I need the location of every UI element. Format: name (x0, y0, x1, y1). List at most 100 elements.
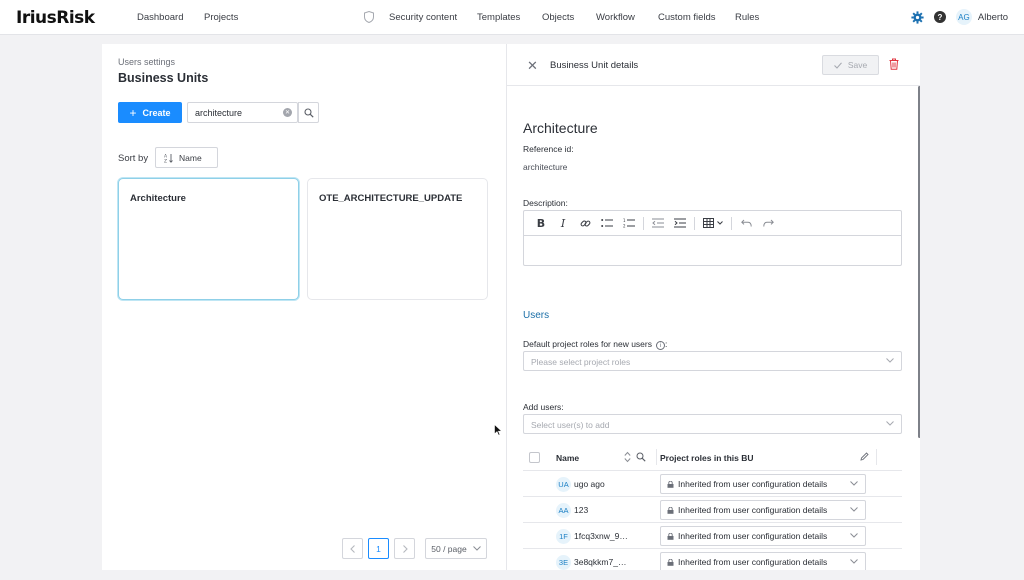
search-input[interactable]: architecture (187, 102, 298, 123)
delete-icon[interactable] (889, 58, 899, 70)
user-name-cell: 3e8qkkm7_… (574, 557, 627, 567)
chevron-down-icon (850, 481, 858, 486)
default-roles-select[interactable]: Please select project roles (523, 351, 902, 371)
nav-security-content[interactable]: Security content (389, 12, 457, 23)
business-unit-details-panel: ✕ Business Unit details Save Architectur… (506, 44, 920, 570)
prev-page-button[interactable] (342, 538, 363, 559)
top-navigation-bar: IriusRisk Dashboard Projects Security co… (0, 0, 1024, 35)
create-button-label: Create (142, 107, 171, 118)
sort-alpha-icon: AZ (164, 153, 173, 163)
role-value: Inherited from user configuration detail… (678, 531, 828, 541)
table-row[interactable]: 1F 1fcq3xnw_9… Inherited from user confi… (523, 522, 902, 548)
sort-icon[interactable] (624, 451, 631, 463)
description-label: Description: (523, 198, 568, 208)
select-all-checkbox[interactable] (529, 452, 540, 463)
redo-icon[interactable] (757, 212, 779, 234)
page-size-value: 50 / page (431, 543, 467, 554)
lock-icon (667, 533, 674, 540)
table-row[interactable]: UA ugo ago Inherited from user configura… (523, 470, 902, 496)
check-icon (833, 61, 842, 69)
next-page-button[interactable] (394, 538, 415, 559)
chevron-left-icon (349, 544, 355, 553)
role-value: Inherited from user configuration detail… (678, 557, 828, 567)
nav-dashboard[interactable]: Dashboard (137, 12, 183, 23)
search-icon[interactable] (636, 452, 646, 462)
add-users-placeholder: Select user(s) to add (531, 420, 610, 430)
business-unit-card[interactable]: OTE_ARCHITECTURE_UPDATE (307, 178, 488, 300)
toolbar-divider (643, 216, 644, 230)
gear-icon[interactable] (911, 10, 924, 24)
page-title: Business Units (118, 71, 209, 85)
lock-icon (667, 481, 674, 488)
table-icon[interactable] (698, 212, 728, 234)
reference-id-label: Reference id: (523, 144, 574, 154)
sort-dropdown[interactable]: AZ Name (155, 147, 218, 168)
nav-custom-fields[interactable]: Custom fields (658, 12, 716, 23)
add-users-select[interactable]: Select user(s) to add (523, 414, 902, 434)
clear-search-icon[interactable]: ✕ (283, 108, 292, 117)
nav-rules[interactable]: Rules (735, 12, 759, 23)
svg-text:2: 2 (623, 224, 626, 229)
card-title: OTE_ARCHITECTURE_UPDATE (319, 193, 463, 204)
info-icon[interactable]: i (655, 341, 665, 350)
numbered-list-icon[interactable]: 12 (618, 212, 640, 234)
project-roles-select[interactable]: Inherited from user configuration detail… (660, 500, 866, 520)
search-button[interactable] (298, 102, 319, 123)
undo-icon[interactable] (735, 212, 757, 234)
details-title: Business Unit details (550, 60, 639, 71)
save-button[interactable]: Save (822, 55, 879, 75)
bulleted-list-icon[interactable] (596, 212, 618, 234)
bold-icon[interactable]: B (530, 212, 552, 234)
nav-workflow[interactable]: Workflow (596, 12, 635, 23)
user-name-cell: 1fcq3xnw_9… (574, 531, 628, 541)
project-roles-select[interactable]: Inherited from user configuration detail… (660, 474, 866, 494)
project-roles-select[interactable]: Inherited from user configuration detail… (660, 526, 866, 546)
business-unit-card[interactable]: Architecture (118, 178, 299, 300)
link-icon[interactable] (574, 212, 596, 234)
indent-icon[interactable] (669, 212, 691, 234)
help-icon[interactable]: ? (933, 11, 946, 23)
avatar: 3E (556, 555, 571, 570)
default-roles-placeholder: Please select project roles (531, 357, 631, 367)
italic-icon[interactable]: I (552, 212, 574, 234)
user-avatar[interactable]: AG (955, 9, 972, 25)
default-roles-label: Default project roles for new users i: (523, 339, 668, 350)
users-section-heading: Users (523, 310, 550, 321)
avatar: UA (556, 477, 571, 492)
role-value: Inherited from user configuration detail… (678, 479, 828, 489)
page-number-button[interactable]: 1 (368, 538, 389, 559)
nav-objects[interactable]: Objects (542, 12, 574, 23)
create-button[interactable]: + Create (118, 102, 182, 123)
lock-icon (667, 559, 674, 566)
chevron-down-icon (850, 533, 858, 538)
edit-pencil-icon[interactable] (860, 452, 869, 461)
save-button-label: Save (847, 60, 868, 70)
chevron-down-icon (886, 358, 894, 363)
breadcrumb[interactable]: Users settings (118, 57, 175, 67)
nav-projects[interactable]: Projects (204, 12, 238, 23)
app-logo[interactable]: IriusRisk (16, 8, 95, 28)
user-name[interactable]: Alberto (978, 12, 1008, 23)
business-unit-name: Architecture (523, 120, 598, 136)
lock-icon (667, 507, 674, 514)
page-size-select[interactable]: 50 / page (425, 538, 487, 559)
reference-id-value: architecture (523, 162, 568, 172)
add-users-label: Add users: (523, 402, 564, 412)
sort-value: Name (179, 152, 202, 163)
column-divider (656, 449, 657, 465)
close-icon[interactable]: ✕ (527, 58, 538, 74)
role-value: Inherited from user configuration detail… (678, 505, 828, 515)
user-name-cell: ugo ago (574, 479, 605, 489)
table-row[interactable]: 3E 3e8qkkm7_… Inherited from user config… (523, 548, 902, 570)
outdent-icon[interactable] (647, 212, 669, 234)
avatar: AA (556, 503, 571, 518)
nav-templates[interactable]: Templates (477, 12, 520, 23)
chevron-down-icon (850, 559, 858, 564)
scrollbar[interactable] (918, 86, 920, 438)
name-column-header[interactable]: Name (556, 453, 579, 463)
table-row[interactable]: AA 123 Inherited from user configuration… (523, 496, 902, 522)
sort-label: Sort by (118, 153, 149, 164)
description-editor[interactable]: B I 12 (523, 210, 902, 266)
users-table-header: Name Project roles in this BU (523, 445, 902, 469)
project-roles-select[interactable]: Inherited from user configuration detail… (660, 552, 866, 570)
